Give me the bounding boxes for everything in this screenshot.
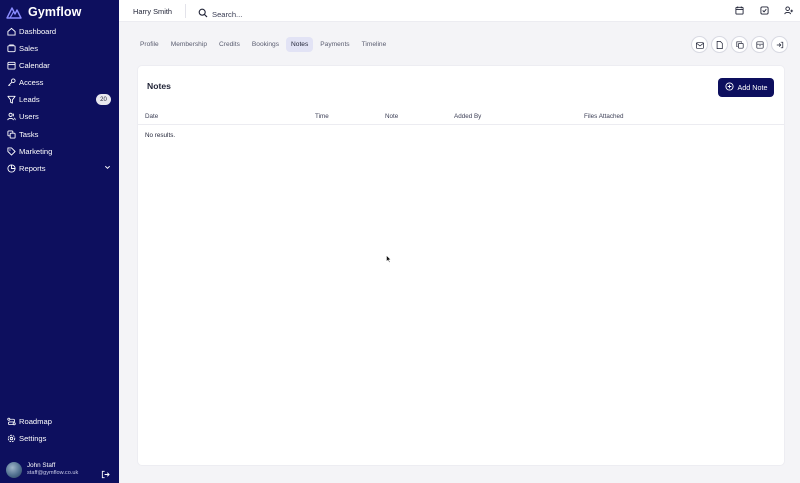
notes-card: Notes Add Note Date Time Note Added By F…	[138, 66, 784, 465]
avatar	[6, 462, 22, 478]
sidebar-item-label: Sales	[19, 44, 38, 54]
sidebar-item-users[interactable]: Users	[0, 108, 119, 125]
mail-icon	[695, 36, 704, 54]
sidebar-item-label: Tasks	[19, 129, 39, 139]
notes-title: Notes	[147, 81, 171, 91]
tab-bookings[interactable]: Bookings	[247, 37, 284, 52]
login-icon	[776, 36, 784, 54]
pie-chart-icon	[6, 163, 16, 173]
gymflow-logo-icon	[6, 5, 22, 19]
column-files-attached[interactable]: Files Attached	[584, 113, 624, 120]
sidebar-item-label: Calendar	[19, 61, 50, 71]
top-actions	[734, 5, 794, 15]
label-icon	[6, 146, 16, 156]
sidebar-item-tasks[interactable]: Tasks	[0, 126, 119, 143]
tasks-check-icon[interactable]	[759, 5, 769, 15]
gear-icon	[6, 434, 16, 444]
route-icon	[6, 417, 16, 427]
current-user[interactable]: John Staff staff@gymflow.co.uk	[6, 460, 116, 480]
key-icon	[6, 78, 16, 88]
tag-icon	[6, 44, 16, 54]
add-note-button[interactable]: Add Note	[718, 78, 774, 97]
tab-credits[interactable]: Credits	[214, 37, 245, 52]
chevron-down-icon[interactable]	[104, 164, 111, 173]
email-button[interactable]	[691, 36, 708, 53]
leads-count-badge: 20	[96, 94, 111, 106]
login-button[interactable]	[771, 36, 788, 53]
sidebar-item-label: Dashboard	[19, 27, 57, 36]
sidebar-item-label: Settings	[19, 434, 47, 444]
tab-timeline[interactable]: Timeline	[357, 37, 392, 52]
users-icon	[6, 112, 16, 122]
user-info: John Staff staff@gymflow.co.uk	[27, 462, 79, 477]
checklist-icon	[6, 129, 16, 139]
empty-state: No results.	[145, 132, 176, 139]
sidebar: Gymflow Dashboard Sales Calendar Access …	[0, 0, 119, 483]
logout-icon[interactable]	[101, 466, 110, 483]
archive-icon	[755, 36, 764, 54]
top-bar: Harry Smith Search...	[119, 0, 800, 22]
home-icon	[6, 27, 16, 37]
column-added-by[interactable]: Added By	[454, 113, 481, 120]
brand[interactable]: Gymflow	[6, 4, 81, 20]
brand-name: Gymflow	[28, 5, 82, 19]
sidebar-nav: Dashboard Sales Calendar Access Leads 20…	[0, 23, 119, 177]
sidebar-item-leads[interactable]: Leads 20	[0, 91, 119, 108]
filter-icon	[6, 95, 16, 105]
document-button[interactable]	[711, 36, 728, 53]
sidebar-item-label: Marketing	[19, 146, 53, 156]
tab-payments[interactable]: Payments	[315, 37, 354, 52]
user-email: staff@gymflow.co.uk	[27, 470, 79, 477]
sidebar-item-reports[interactable]: Reports	[0, 160, 119, 177]
column-date[interactable]: Date	[145, 113, 158, 120]
plus-circle-icon	[724, 82, 734, 93]
sidebar-item-calendar[interactable]: Calendar	[0, 57, 119, 74]
member-tabs: Profile Membership Credits Bookings Note…	[135, 37, 391, 52]
file-icon	[716, 36, 723, 54]
sidebar-item-label: Reports	[19, 163, 46, 173]
tab-profile[interactable]: Profile	[135, 37, 164, 52]
sidebar-item-label: Leads	[19, 95, 40, 105]
sidebar-item-marketing[interactable]: Marketing	[0, 143, 119, 160]
search-input[interactable]: Search...	[198, 5, 242, 23]
user-add-icon[interactable]	[784, 5, 794, 15]
copy-icon	[735, 36, 744, 54]
sidebar-item-sales[interactable]: Sales	[0, 40, 119, 57]
sidebar-item-label: Users	[19, 112, 39, 122]
sidebar-item-label: Roadmap	[19, 417, 52, 426]
divider	[185, 4, 186, 18]
sidebar-item-roadmap[interactable]: Roadmap	[0, 413, 119, 430]
calendar-icon	[6, 61, 16, 71]
copy-button[interactable]	[731, 36, 748, 53]
member-actions	[691, 36, 788, 53]
sidebar-item-dashboard[interactable]: Dashboard	[0, 23, 119, 40]
notes-table-header: Date Time Note Added By Files Attached	[138, 108, 784, 125]
column-time[interactable]: Time	[315, 113, 329, 120]
tab-membership[interactable]: Membership	[166, 37, 212, 52]
user-name: John Staff	[27, 462, 56, 470]
sidebar-item-label: Access	[19, 78, 44, 88]
add-note-label: Add Note	[737, 83, 768, 92]
member-name: Harry Smith	[133, 7, 173, 16]
mouse-cursor-icon	[386, 250, 392, 268]
search-icon	[198, 5, 208, 23]
calendar-icon[interactable]	[734, 5, 744, 15]
sidebar-item-access[interactable]: Access	[0, 74, 119, 91]
tab-notes[interactable]: Notes	[286, 37, 314, 52]
sidebar-item-settings[interactable]: Settings	[0, 430, 119, 447]
archive-button[interactable]	[751, 36, 768, 53]
search-placeholder: Search...	[212, 9, 243, 19]
sidebar-bottom-nav: Roadmap Settings	[0, 413, 119, 447]
column-note[interactable]: Note	[385, 113, 398, 120]
